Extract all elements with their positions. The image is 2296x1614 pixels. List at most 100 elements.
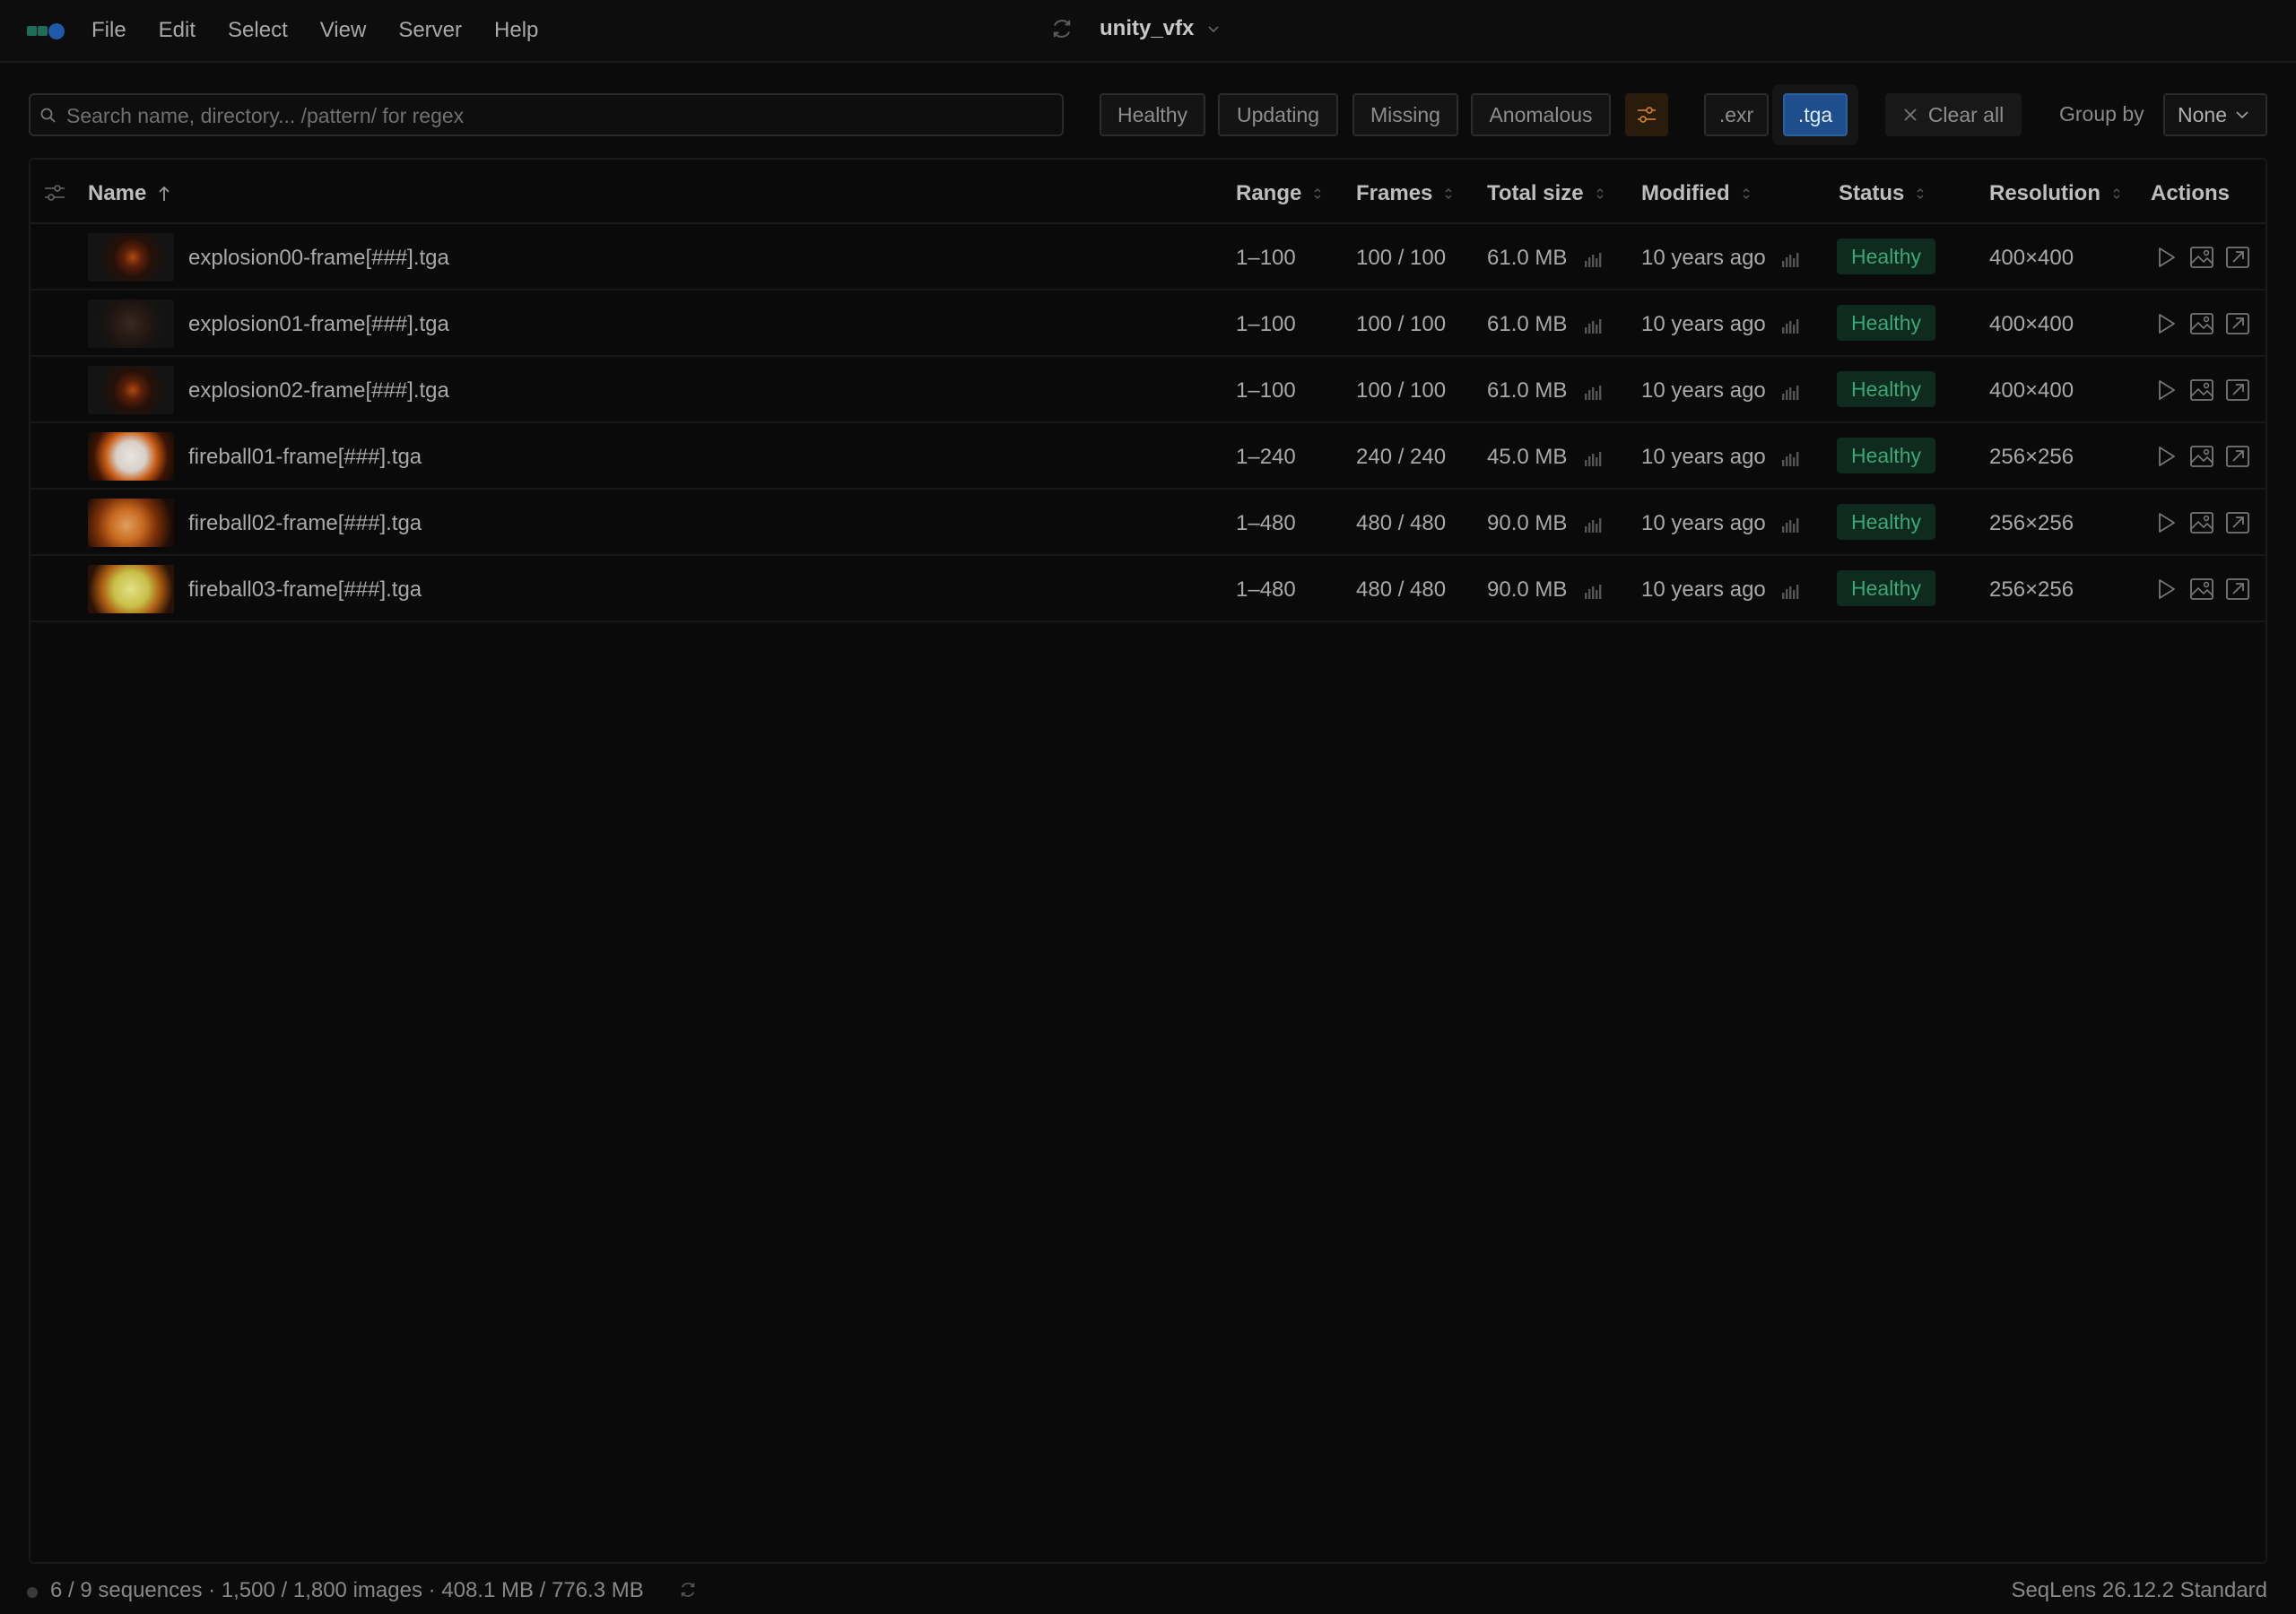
play-icon[interactable] (2152, 509, 2179, 536)
group-by-label: Group by (2059, 102, 2144, 126)
play-icon[interactable] (2152, 576, 2179, 603)
sequence-resolution: 256×256 (1989, 511, 2074, 535)
open-external-icon[interactable] (2224, 377, 2251, 404)
col-range-label: Range (1236, 181, 1302, 205)
sequence-modified: 10 years ago (1641, 246, 1766, 270)
app-logo (27, 23, 66, 39)
modified-histogram-icon[interactable] (1781, 316, 1799, 341)
image-preview-icon[interactable] (2188, 244, 2215, 271)
sequence-thumbnail[interactable] (88, 366, 174, 414)
image-preview-icon[interactable] (2188, 509, 2215, 536)
group-by-select[interactable]: None (2163, 93, 2267, 136)
modified-histogram-icon[interactable] (1781, 515, 1799, 540)
table-row[interactable]: fireball03-frame[###].tga 1–480 480 / 480 9… (30, 556, 2266, 622)
table-row[interactable]: explosion02-frame[###].tga 1–100 100 / 100… (30, 357, 2266, 423)
sequence-resolution: 400×400 (1989, 246, 2074, 270)
col-frames[interactable]: Frames (1356, 181, 1454, 206)
menu-view[interactable]: View (320, 18, 367, 43)
sequence-range: 1–240 (1236, 445, 1296, 469)
filter-healthy[interactable]: Healthy (1100, 93, 1205, 136)
image-preview-icon[interactable] (2188, 443, 2215, 470)
menu-help[interactable]: Help (494, 18, 538, 43)
sequence-range: 1–100 (1236, 246, 1296, 270)
clear-all-button[interactable]: Clear all (1885, 93, 2022, 136)
filter-ext-tga[interactable]: .tga (1783, 93, 1848, 136)
sequence-thumbnail[interactable] (88, 499, 174, 547)
sequence-thumbnail[interactable] (88, 299, 174, 348)
sort-icon (2113, 187, 2120, 200)
filter-ext-exr[interactable]: .exr (1704, 93, 1769, 136)
image-preview-icon[interactable] (2188, 377, 2215, 404)
menu-edit[interactable]: Edit (159, 18, 196, 43)
play-icon[interactable] (2152, 244, 2179, 271)
sequence-frames: 100 / 100 (1356, 246, 1447, 270)
table-row[interactable]: fireball02-frame[###].tga 1–480 480 / 480 9… (30, 490, 2266, 556)
filter-anomalous[interactable]: Anomalous (1471, 93, 1611, 136)
col-name-label: Name (88, 181, 147, 205)
sequence-modified: 10 years ago (1641, 378, 1766, 403)
col-status[interactable]: Status (1839, 181, 1926, 206)
size-histogram-icon[interactable] (1584, 382, 1602, 407)
sequence-thumbnail[interactable] (88, 432, 174, 481)
col-name[interactable]: Name (88, 181, 171, 206)
menu-select[interactable]: Select (228, 18, 288, 43)
modified-histogram-icon[interactable] (1781, 249, 1799, 274)
col-modified[interactable]: Modified (1641, 181, 1752, 206)
sequence-range: 1–100 (1236, 312, 1296, 336)
modified-histogram-icon[interactable] (1781, 448, 1799, 473)
col-frames-label: Frames (1356, 181, 1433, 205)
open-external-icon[interactable] (2224, 576, 2251, 603)
search-box[interactable] (29, 93, 1064, 136)
size-histogram-icon[interactable] (1584, 249, 1602, 274)
sort-icon (1917, 187, 1924, 200)
col-range[interactable]: Range (1236, 181, 1323, 206)
app-version: SeqLens 26.12.2 Standard (2011, 1578, 2267, 1602)
play-icon[interactable] (2152, 377, 2179, 404)
col-total-size[interactable]: Total size (1487, 181, 1605, 206)
sequence-frames: 240 / 240 (1356, 445, 1447, 469)
search-input[interactable] (66, 102, 1053, 129)
image-preview-icon[interactable] (2188, 310, 2215, 337)
modified-histogram-icon[interactable] (1781, 581, 1799, 606)
open-external-icon[interactable] (2224, 443, 2251, 470)
status-badge: Healthy (1837, 504, 1935, 540)
sliders-icon (1638, 107, 1656, 123)
play-icon[interactable] (2152, 443, 2179, 470)
sequence-name: explosion00-frame[###].tga (188, 246, 449, 270)
close-icon (1904, 108, 1917, 121)
sequence-name: explosion01-frame[###].tga (188, 312, 449, 336)
col-resolution[interactable]: Resolution (1989, 181, 2122, 206)
sequence-name: fireball03-frame[###].tga (188, 577, 422, 602)
filter-updating[interactable]: Updating (1218, 93, 1338, 136)
table-row[interactable]: explosion01-frame[###].tga 1–100 100 / 100… (30, 291, 2266, 357)
sequence-thumbnail[interactable] (88, 565, 174, 613)
size-histogram-icon[interactable] (1584, 515, 1602, 540)
menu-server[interactable]: Server (398, 18, 462, 43)
sync-icon[interactable] (1049, 16, 1074, 41)
sequence-resolution: 256×256 (1989, 577, 2074, 602)
project-title[interactable]: unity_vfx (1100, 16, 1194, 41)
size-histogram-icon[interactable] (1584, 581, 1602, 606)
sequence-frames: 100 / 100 (1356, 312, 1447, 336)
column-settings-icon[interactable] (43, 183, 66, 203)
table-row[interactable]: fireball01-frame[###].tga 1–240 240 / 240 4… (30, 423, 2266, 490)
size-histogram-icon[interactable] (1584, 316, 1602, 341)
image-preview-icon[interactable] (2188, 576, 2215, 603)
status-badge: Healthy (1837, 438, 1935, 473)
project-switcher[interactable]: unity_vfx (1049, 16, 1221, 41)
table-row[interactable]: explosion00-frame[###].tga 1–100 100 / 100… (30, 224, 2266, 291)
sequence-size: 45.0 MB (1487, 445, 1568, 469)
filter-settings-button[interactable] (1625, 93, 1668, 136)
open-external-icon[interactable] (2224, 244, 2251, 271)
sequence-resolution: 256×256 (1989, 445, 2074, 469)
refresh-icon[interactable] (678, 1580, 698, 1600)
modified-histogram-icon[interactable] (1781, 382, 1799, 407)
size-histogram-icon[interactable] (1584, 448, 1602, 473)
sequence-range: 1–480 (1236, 511, 1296, 535)
menu-file[interactable]: File (91, 18, 126, 43)
open-external-icon[interactable] (2224, 509, 2251, 536)
open-external-icon[interactable] (2224, 310, 2251, 337)
sequence-thumbnail[interactable] (88, 233, 174, 282)
filter-missing[interactable]: Missing (1352, 93, 1458, 136)
play-icon[interactable] (2152, 310, 2179, 337)
